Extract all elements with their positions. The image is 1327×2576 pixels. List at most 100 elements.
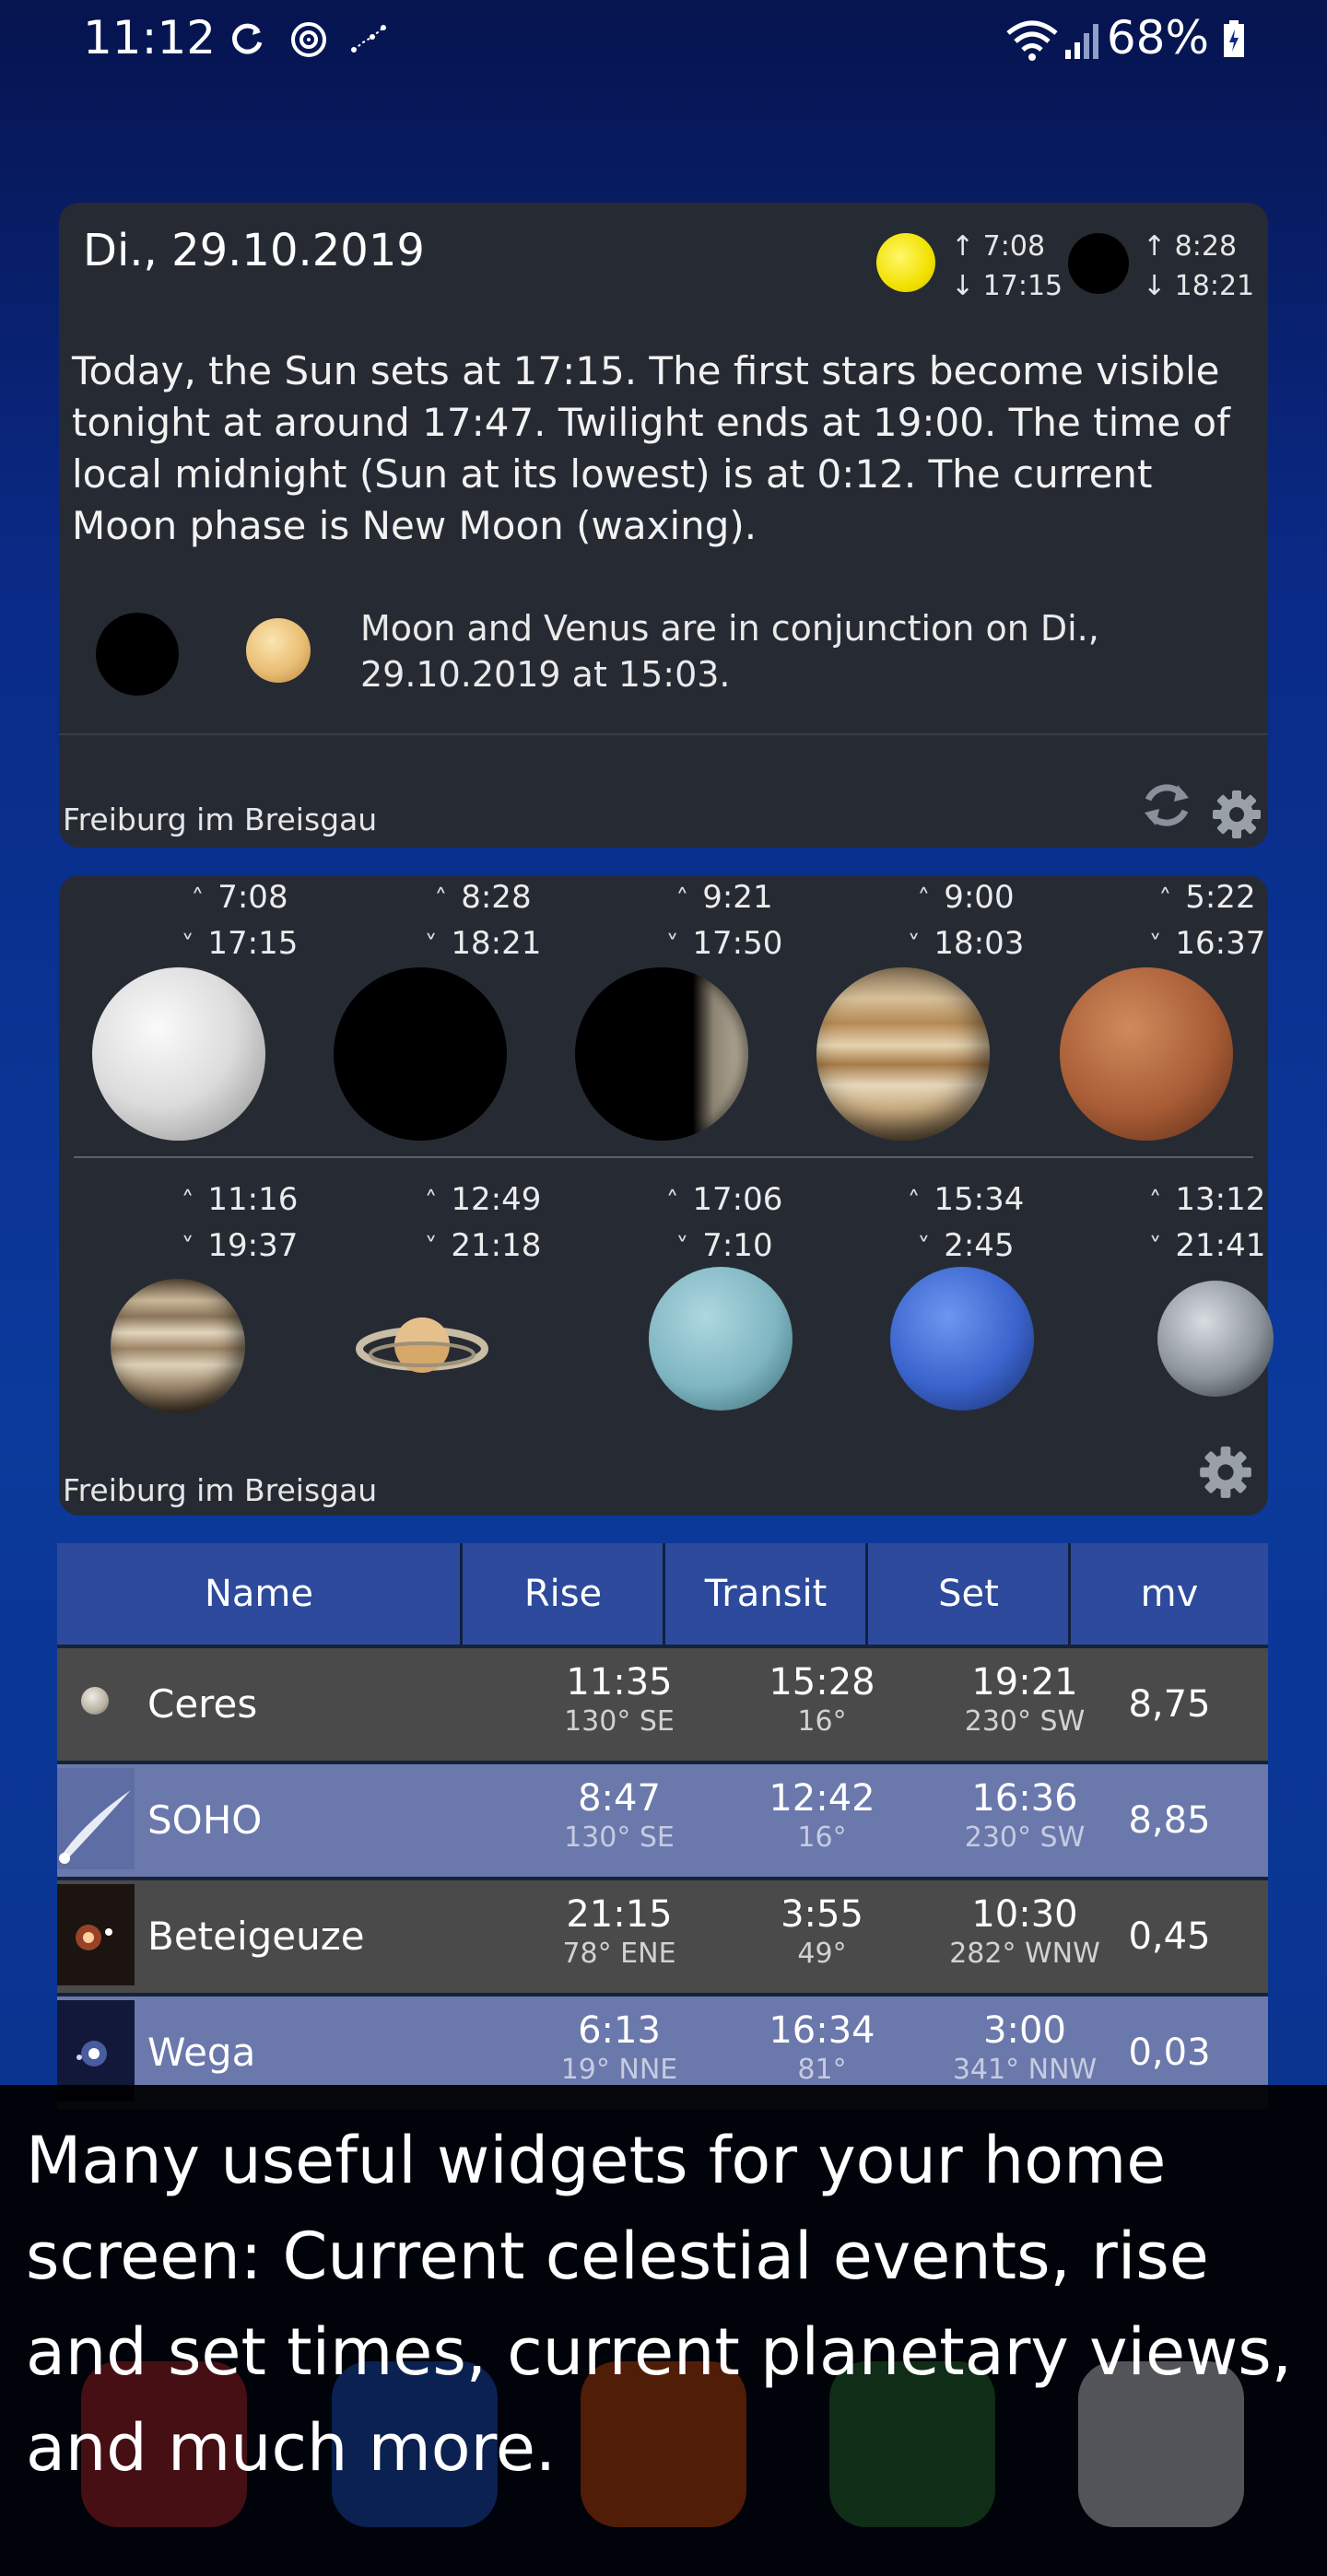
- rise-cell: 8:47 130° SE: [518, 1775, 721, 1855]
- rise-time: 7:08: [217, 879, 288, 916]
- signal-icon: [1065, 24, 1098, 59]
- neptune-icon: [890, 1267, 1034, 1411]
- comet-icon: [57, 1768, 135, 1869]
- battery-icon: [1224, 20, 1244, 57]
- transit-altitude: 16°: [797, 1821, 847, 1854]
- set-time: 21:41: [1175, 1227, 1266, 1264]
- transit-altitude: 16°: [797, 1705, 847, 1738]
- jupiter-icon: [111, 1279, 245, 1413]
- column-divider: [1068, 1543, 1071, 1645]
- sun-times: ↑ 7:08 ↓ 17:15: [951, 227, 1063, 306]
- rise-time: 8:47: [578, 1777, 661, 1820]
- table-row[interactable]: Ceres 11:35 130° SE 15:28 16° 19:21 230°…: [57, 1645, 1268, 1761]
- caption-overlay: Many useful widgets for your home screen…: [0, 2085, 1327, 2576]
- transit-cell: 15:28 16°: [721, 1659, 923, 1739]
- mars-icon: [1060, 967, 1233, 1141]
- rise-time: 15:34: [934, 1181, 1025, 1218]
- object-name: Beteigeuze: [147, 1914, 365, 1959]
- header-mv[interactable]: mv: [1071, 1543, 1268, 1645]
- header-transit[interactable]: Transit: [665, 1543, 866, 1645]
- new-moon-icon: [334, 967, 507, 1141]
- venus-times: ˄ 9:00 ˅ 18:03: [907, 879, 1025, 962]
- saturn-times: ˄ 12:49 ˅ 21:18: [424, 1181, 542, 1264]
- pluto-icon: [1157, 1281, 1274, 1397]
- header-name[interactable]: Name: [57, 1543, 461, 1645]
- column-divider: [460, 1543, 463, 1645]
- caption-text: Many useful widgets for your home screen…: [26, 2123, 1292, 2486]
- transit-time: 16:34: [769, 2009, 875, 2052]
- divider: [59, 733, 1268, 735]
- moon-times: ˄ 8:28 ˅ 18:21: [424, 879, 542, 962]
- status-time: 11:12: [83, 11, 217, 64]
- jupiter-times: ˄ 11:16 ˅ 19:37: [181, 1181, 299, 1264]
- location-label: Freiburg im Breisgau: [63, 1472, 378, 1508]
- planets-widget[interactable]: ˄ 7:08 ˅ 17:15 ˄ 8:28 ˅ 18:21 ˄ 9:21 ˅ 1…: [59, 875, 1274, 1516]
- transit-cell: 16:34 81°: [721, 2008, 923, 2087]
- saturn-icon: [356, 1317, 488, 1373]
- table-row[interactable]: Beteigeuze 21:15 78° ENE 3:55 49° 10:30 …: [57, 1877, 1268, 1993]
- mars-times: ˄ 5:22 ˅ 16:37: [1148, 879, 1266, 962]
- column-divider: [865, 1543, 868, 1645]
- jupiter-icon: [816, 967, 990, 1141]
- set-time: 17:50: [692, 925, 783, 962]
- transit-altitude: 49°: [797, 1938, 847, 1970]
- status-bar: 11:12 68%: [0, 0, 1327, 83]
- sun-set-time: ↓ 17:15: [951, 270, 1063, 302]
- rise-time: 9:21: [702, 879, 773, 916]
- location-label: Freiburg im Breisgau: [63, 802, 378, 837]
- header-rise[interactable]: Rise: [463, 1543, 664, 1645]
- uranus-icon: [649, 1267, 793, 1411]
- rise-time: 5:22: [1185, 879, 1256, 916]
- moon-icon: [96, 613, 179, 696]
- rise-direction: 78° ENE: [562, 1938, 676, 1970]
- rise-direction: 130° SE: [564, 1705, 675, 1738]
- venus-icon: [246, 618, 311, 683]
- mercury-times: ˄ 9:21 ˅ 17:50: [665, 879, 783, 962]
- moon-set-time: ↓ 18:21: [1143, 270, 1255, 302]
- sync-icon: [232, 23, 263, 54]
- magnitude: 8,85: [1128, 1799, 1211, 1842]
- wifi-icon: [1006, 20, 1058, 61]
- transit-altitude: 81°: [797, 2054, 847, 2086]
- moon-icon: [1068, 233, 1129, 294]
- table-row[interactable]: SOHO 8:47 130° SE 12:42 16° 16:36 230° S…: [57, 1761, 1268, 1877]
- transit-time: 3:55: [781, 1893, 863, 1936]
- set-time: 16:37: [1175, 925, 1266, 962]
- set-time: 21:18: [451, 1227, 542, 1264]
- set-time: 19:37: [207, 1227, 299, 1264]
- rise-time: 6:13: [578, 2009, 661, 2052]
- transit-time: 12:42: [769, 1777, 875, 1820]
- uranus-times: ˄ 17:06 ˅ 7:10: [665, 1181, 783, 1264]
- rise-time: 17:06: [692, 1181, 783, 1218]
- conjunction-text: Moon and Venus are in conjunction on Di.…: [360, 608, 1099, 695]
- set-time: 2:45: [944, 1227, 1015, 1264]
- star-icon: [57, 1884, 135, 1985]
- rise-time: 21:15: [566, 1893, 673, 1936]
- rise-time: 9:00: [944, 879, 1015, 916]
- header-set[interactable]: Set: [868, 1543, 1069, 1645]
- gear-icon[interactable]: [1211, 789, 1262, 840]
- rise-direction: 19° NNE: [560, 2054, 678, 2086]
- rise-time: 12:49: [451, 1181, 542, 1218]
- sun-times: ˄ 7:08 ˅ 17:15: [181, 879, 299, 962]
- gear-icon[interactable]: [1198, 1445, 1253, 1500]
- rise-cell: 6:13 19° NNE: [518, 2008, 721, 2087]
- transit-time: 15:28: [769, 1661, 875, 1704]
- constellation-icon: [351, 25, 386, 53]
- rise-time: 11:35: [566, 1661, 673, 1704]
- rise-direction: 130° SE: [564, 1821, 675, 1854]
- rise-time: 11:16: [207, 1181, 299, 1218]
- moon-rise-time: ↑ 8:28: [1143, 230, 1238, 263]
- object-name: SOHO: [147, 1797, 263, 1843]
- refresh-icon[interactable]: [1137, 776, 1196, 835]
- rise-cell: 21:15 78° ENE: [518, 1891, 721, 1971]
- transit-cell: 3:55 49°: [721, 1891, 923, 1971]
- events-widget[interactable]: Di., 29.10.2019 ↑ 7:08 ↓ 17:15 ↑ 8:28 ↓ …: [59, 203, 1268, 848]
- rise-cell: 11:35 130° SE: [518, 1659, 721, 1739]
- sun-icon: [876, 233, 935, 292]
- sun-disc-icon: [92, 967, 265, 1141]
- moon-times: ↑ 8:28 ↓ 18:21: [1143, 227, 1254, 306]
- object-name: Ceres: [147, 1681, 258, 1727]
- magnitude: 0,45: [1128, 1915, 1211, 1958]
- set-time: 17:15: [207, 925, 299, 962]
